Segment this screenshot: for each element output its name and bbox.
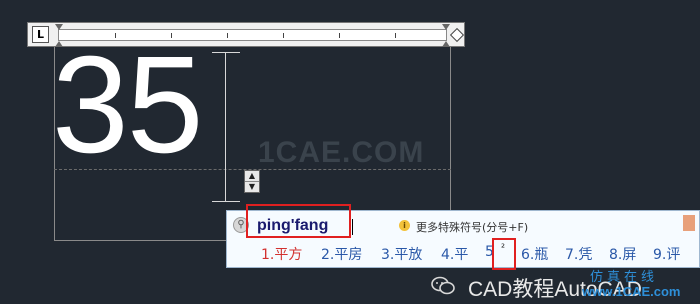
ime-skin-icon [683,215,695,231]
column-width-grip[interactable] [449,27,465,43]
ruler-tick [395,33,396,38]
candidate-item[interactable]: 3.平放 [381,244,422,264]
ruler-tick [227,33,228,38]
watermark-text: 1CAE.COM [258,136,425,169]
superscript-highlight-box [492,238,516,270]
site-url: www.1CAE.com [582,284,681,299]
candidate-item[interactable]: 4.平 [441,244,468,264]
stepper-down-icon[interactable]: ▼ [245,181,259,192]
candidate-item[interactable]: 7.凭 [565,244,592,264]
candidate-item[interactable]: 1.平方 [261,244,302,264]
stepper-up-icon[interactable]: ▲ [245,171,259,181]
more-symbols-link[interactable]: 更多特殊符号(分号+F) [416,219,528,235]
info-icon: i [399,220,410,231]
candidate-item[interactable]: 8.屏 [609,244,636,264]
ime-candidate-list: 1.平方 2.平房 3.平放 4.平 5 ² 6.瓶 7.凭 8.屏 9.评 [227,241,699,267]
ime-caret [352,219,353,235]
wechat-icon [431,276,455,295]
input-highlight-box [246,204,351,238]
text-cursor-bottom [212,201,240,202]
candidate-item[interactable]: 6.瓶 [521,244,548,264]
mtext-content[interactable]: 35 [52,36,203,174]
text-cursor [225,52,226,202]
candidate-item[interactable]: 2.平房 [321,244,362,264]
ruler-tick [283,33,284,38]
stack-height-stepper[interactable]: ▲ ▼ [244,170,260,193]
tab-type-button[interactable]: L [32,26,49,43]
candidate-item[interactable]: 9.评 [653,244,680,264]
ruler-tick [339,33,340,38]
site-name-cn: 仿真在线 [590,270,659,285]
right-margin-marker[interactable] [442,24,450,30]
text-cursor-top [212,52,240,53]
